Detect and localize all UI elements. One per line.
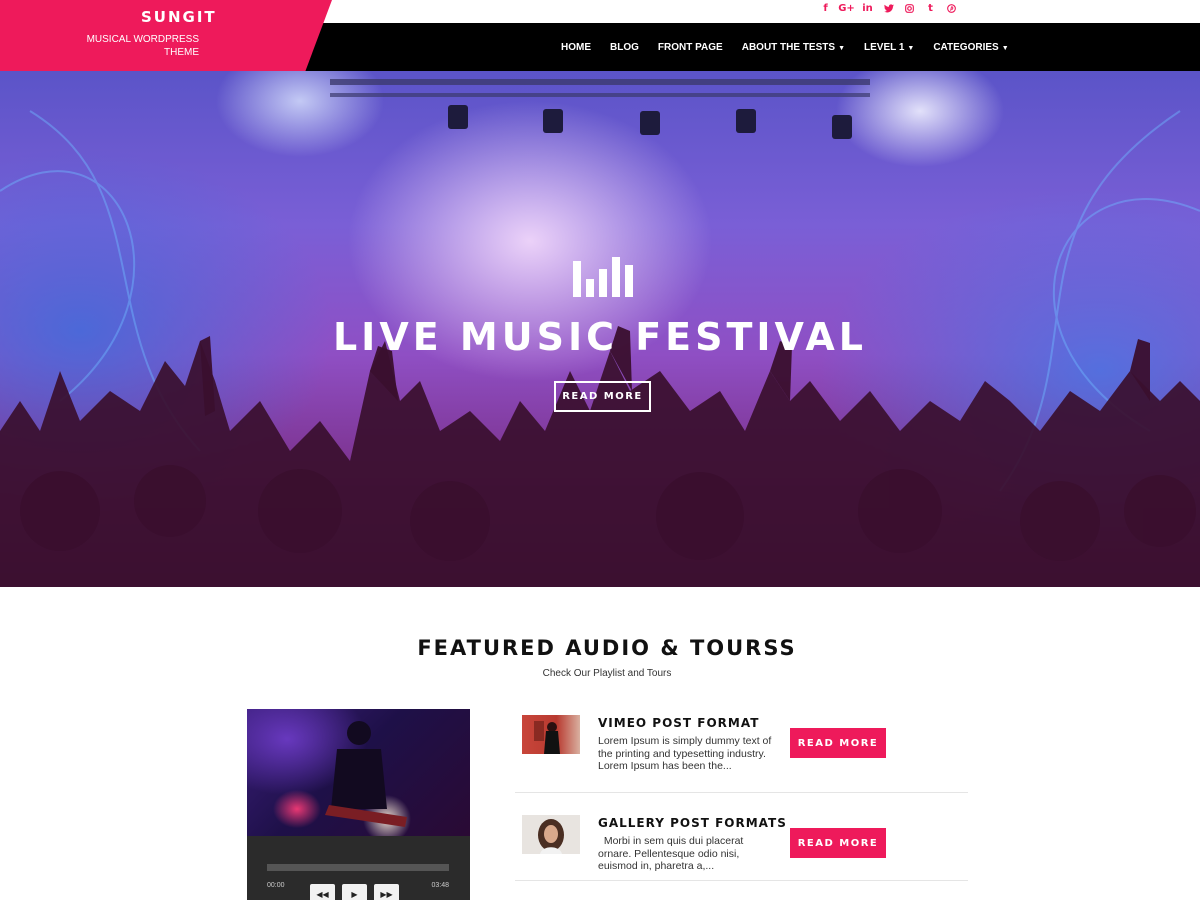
instagram-icon[interactable] [899, 3, 920, 14]
nav-item-about-the-tests[interactable]: ABOUT THE TESTS ▼ [742, 42, 845, 53]
video-player[interactable]: 00:00 03:48 ◀◀ ▶ ▶▶ [247, 709, 470, 900]
twitter-icon[interactable] [878, 3, 899, 14]
hero-banner: LIVE MUSIC FESTIVAL READ MORE [0, 71, 1200, 587]
nav-item-label: HOME [561, 41, 591, 53]
nav-item-label: LEVEL 1 [864, 41, 905, 53]
rewind-icon[interactable]: ◀◀ [310, 884, 335, 900]
site-logo[interactable]: SUNGIT MUSICAL WORDPRESS THEME [0, 0, 332, 71]
social-links: f G+ in t [815, 3, 962, 14]
nav-item-label: ABOUT THE TESTS [741, 41, 836, 53]
post-thumbnail[interactable] [522, 715, 580, 754]
nav-item-front-page[interactable]: FRONT PAGE [658, 42, 723, 53]
facebook-icon[interactable]: f [815, 3, 836, 14]
equalizer-bars-icon [573, 257, 633, 297]
divider [515, 880, 968, 881]
divider [515, 792, 968, 793]
caret-down-icon: ▼ [838, 44, 845, 52]
nav-item-label: CATEGORIES [933, 41, 999, 53]
play-icon[interactable]: ▶ [342, 884, 367, 900]
pinterest-icon[interactable] [941, 3, 962, 14]
hero-read-more-button[interactable]: READ MORE [554, 381, 651, 412]
fast-forward-icon[interactable]: ▶▶ [374, 884, 399, 900]
woman-in-black-image [534, 721, 560, 754]
current-time: 00:00 [267, 882, 285, 889]
list-item: VIMEO POST FORMAT Lorem Ipsum is simply … [515, 709, 968, 793]
post-title[interactable]: GALLERY POST FORMATS [598, 816, 787, 830]
list-item: GALLERY POST FORMATS Morbi in sem quis d… [515, 809, 968, 881]
guitarist-image [325, 721, 407, 827]
tumblr-icon[interactable]: t [920, 3, 941, 14]
main-menu: HOME BLOG FRONT PAGE ABOUT THE TESTS ▼ LE… [561, 23, 1028, 71]
woman-portrait-image [538, 819, 564, 854]
caret-down-icon: ▼ [1001, 44, 1009, 52]
hero-title: LIVE MUSIC FESTIVAL [332, 315, 868, 359]
video-thumbnail[interactable] [247, 709, 470, 836]
read-more-button[interactable]: READ MORE [790, 728, 886, 758]
site-title[interactable]: SUNGIT [141, 8, 215, 26]
nav-item-label: FRONT PAGE [657, 41, 723, 53]
site-tagline: MUSICAL WORDPRESS THEME [86, 34, 199, 58]
section-title: FEATURED AUDIO & TOURSS [417, 636, 797, 660]
post-thumbnail[interactable] [522, 815, 580, 854]
google-plus-icon[interactable]: G+ [836, 3, 857, 14]
post-excerpt: Lorem Ipsum is simply dummy text of the … [598, 735, 772, 772]
linkedin-icon[interactable]: in [857, 3, 878, 14]
nav-item-blog[interactable]: BLOG [610, 42, 639, 53]
video-progress-bar[interactable] [267, 864, 449, 871]
video-duration: 03:48 [431, 882, 449, 889]
nav-item-label: BLOG [610, 41, 639, 53]
read-more-button[interactable]: READ MORE [790, 828, 886, 858]
post-excerpt: Morbi in sem quis dui placerat ornare. P… [598, 835, 747, 872]
nav-item-level-1[interactable]: LEVEL 1 ▼ [864, 42, 914, 53]
section-subtitle: Check Our Playlist and Tours [542, 668, 672, 679]
caret-down-icon: ▼ [907, 44, 915, 52]
post-title[interactable]: VIMEO POST FORMAT [598, 716, 759, 730]
player-controls: ◀◀ ▶ ▶▶ [310, 884, 399, 900]
nav-item-home[interactable]: HOME [561, 42, 591, 53]
nav-item-categories[interactable]: CATEGORIES ▼ [933, 42, 1008, 53]
